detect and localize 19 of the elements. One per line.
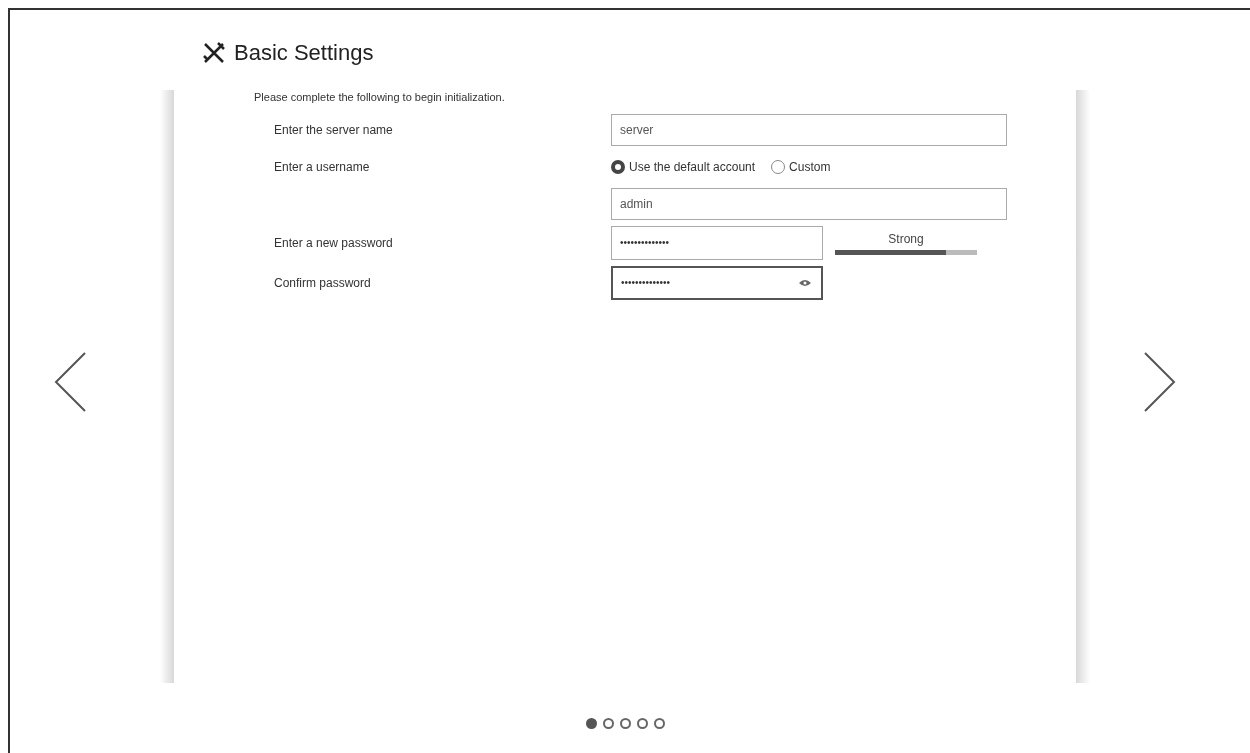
intro-text: Please complete the following to begin initialization. <box>254 90 506 105</box>
text-field[interactable]: server <box>611 113 1007 146</box>
radio-label: Custom <box>789 158 831 176</box>
tools-icon <box>202 40 226 65</box>
page-title: Basic Settings <box>234 39 374 67</box>
radio-button[interactable] <box>771 159 786 174</box>
text-field[interactable]: admin <box>611 187 1007 220</box>
field-label: Confirm password <box>274 275 371 290</box>
chevron-right-icon <box>1143 350 1177 413</box>
field-label: Enter the server name <box>274 122 393 137</box>
field-label: Enter a new password <box>274 235 393 250</box>
field-label: Enter a username <box>274 159 370 174</box>
radio-button[interactable] <box>611 159 625 174</box>
password-field[interactable]: •••••••••••••• <box>611 265 823 300</box>
password-field[interactable]: •••••••••••••• <box>611 225 823 260</box>
radio-label: Use the default account <box>629 158 756 176</box>
strength-label: Strong <box>888 231 924 248</box>
chevron-left-icon <box>53 350 87 413</box>
eye-icon[interactable] <box>799 278 811 287</box>
